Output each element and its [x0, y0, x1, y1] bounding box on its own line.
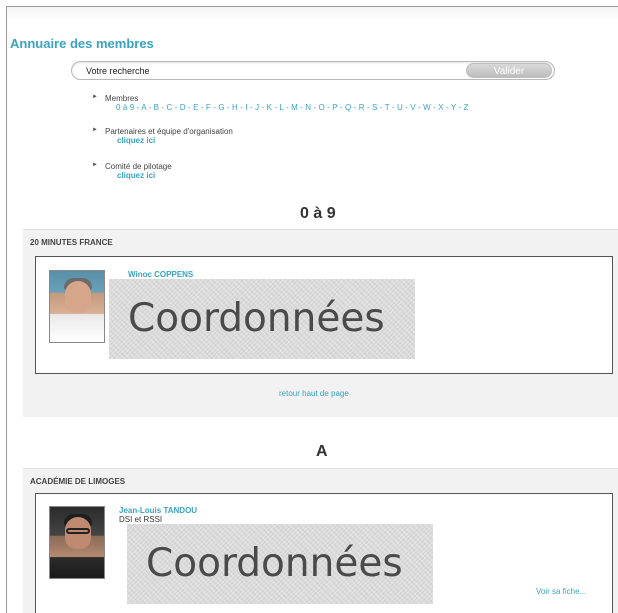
member-photo: [49, 270, 105, 343]
section-heading-a: A: [316, 443, 328, 460]
member-role: DSI et RSSI: [119, 515, 163, 524]
validate-button[interactable]: Valider: [466, 63, 552, 78]
alphabet-index[interactable]: 0 à 9 - A - B - C - D - E - F - G - H - …: [116, 103, 469, 112]
member-photo: [49, 506, 105, 579]
member-name[interactable]: Winoc COPPENS: [128, 270, 193, 279]
member-name[interactable]: Jean-Louis TANDOU: [119, 506, 197, 515]
page-title: Annuaire des membres: [10, 36, 154, 51]
member-group: 20 MINUTES FRANCE Winoc COPPENS Voir sa …: [23, 229, 618, 417]
section-heading-0-9: 0 à 9: [300, 205, 336, 222]
coordinates-block: Coordonnées: [127, 524, 433, 604]
triangle-bullet-icon: ►: [92, 127, 98, 133]
coordinates-block: Coordonnées: [109, 279, 415, 359]
committee-link[interactable]: cliquez ici: [117, 171, 155, 180]
triangle-bullet-icon: ►: [92, 94, 98, 100]
partners-label: Partenaires et équipe d'organisation: [105, 127, 233, 136]
organization-name: 20 MINUTES FRANCE: [30, 238, 113, 247]
committee-label: Comité de pilotage: [105, 162, 172, 171]
member-group: ACADÉMIE DE LIMOGES Jean-Louis TANDOU DS…: [23, 468, 618, 613]
partners-link[interactable]: cliquez ici: [117, 136, 155, 145]
members-label: Membres: [105, 94, 139, 103]
member-card: Winoc COPPENS Voir sa fiche... Coordonné…: [35, 256, 613, 374]
member-card: Jean-Louis TANDOU DSI et RSSI Coordonnée…: [35, 493, 613, 613]
top-band: [7, 7, 618, 21]
organization-name: ACADÉMIE DE LIMOGES: [30, 477, 126, 486]
view-profile-link[interactable]: Voir sa fiche...: [536, 587, 586, 596]
search-input[interactable]: [86, 64, 466, 78]
back-to-top-link[interactable]: retour haut de page: [279, 389, 349, 398]
search-bar: Valider: [71, 61, 555, 80]
triangle-bullet-icon: ►: [92, 162, 98, 168]
